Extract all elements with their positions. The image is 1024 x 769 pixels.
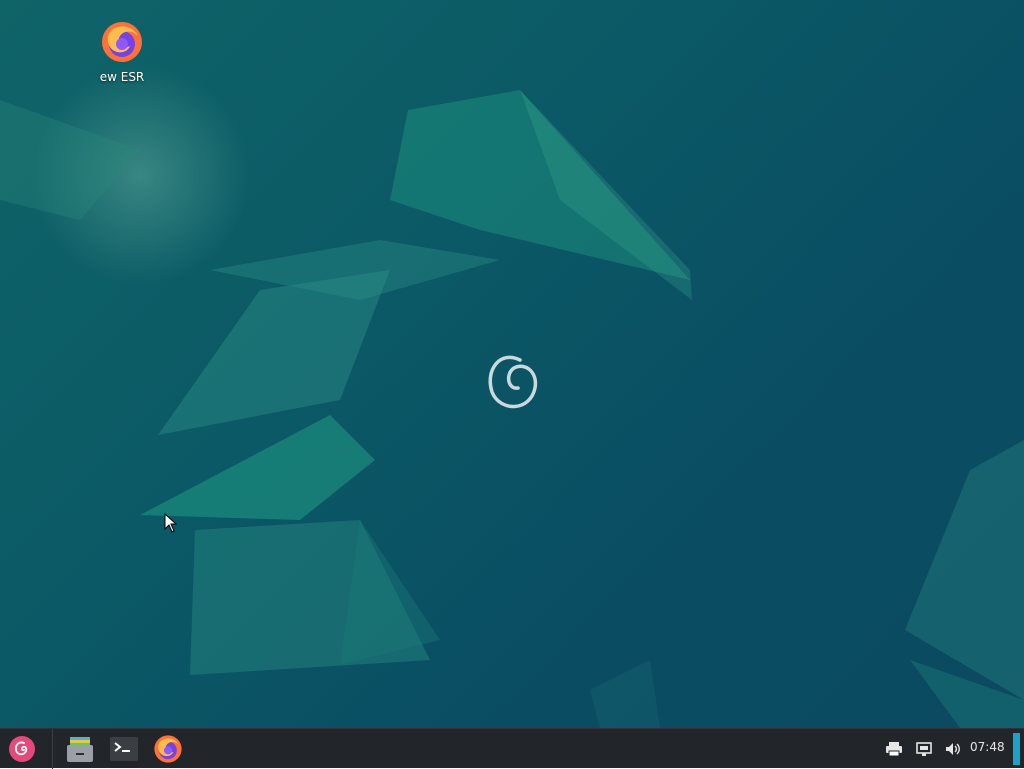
show-desktop-button[interactable]: [1013, 733, 1020, 765]
desktop[interactable]: ew ESR: [0, 0, 1024, 728]
start-menu-button[interactable]: [6, 733, 38, 765]
tray-printer[interactable]: [884, 739, 904, 759]
desktop-icon-label: ew ESR: [99, 70, 145, 84]
wallpaper: [0, 65, 1024, 728]
mouse-cursor-icon: [164, 513, 178, 533]
taskbar: 07:48: [0, 728, 1024, 769]
debian-swirl-icon: [9, 736, 35, 762]
volume-icon: [946, 743, 960, 755]
launcher-file-manager[interactable]: [64, 733, 96, 765]
terminal-icon: [110, 737, 138, 761]
printer-icon: [886, 742, 902, 757]
tray-network[interactable]: [914, 739, 934, 759]
file-cabinet-icon: [67, 737, 93, 762]
firefox-icon: [102, 22, 142, 62]
network-icon: [916, 742, 932, 756]
launcher-firefox[interactable]: [152, 733, 184, 765]
tray-volume[interactable]: [943, 739, 963, 759]
firefox-icon: [154, 735, 182, 763]
launcher-terminal[interactable]: [108, 733, 140, 765]
taskbar-separator: [52, 729, 53, 769]
desktop-icon-firefox[interactable]: ew ESR: [88, 20, 156, 84]
clock[interactable]: 07:48: [970, 740, 1005, 754]
